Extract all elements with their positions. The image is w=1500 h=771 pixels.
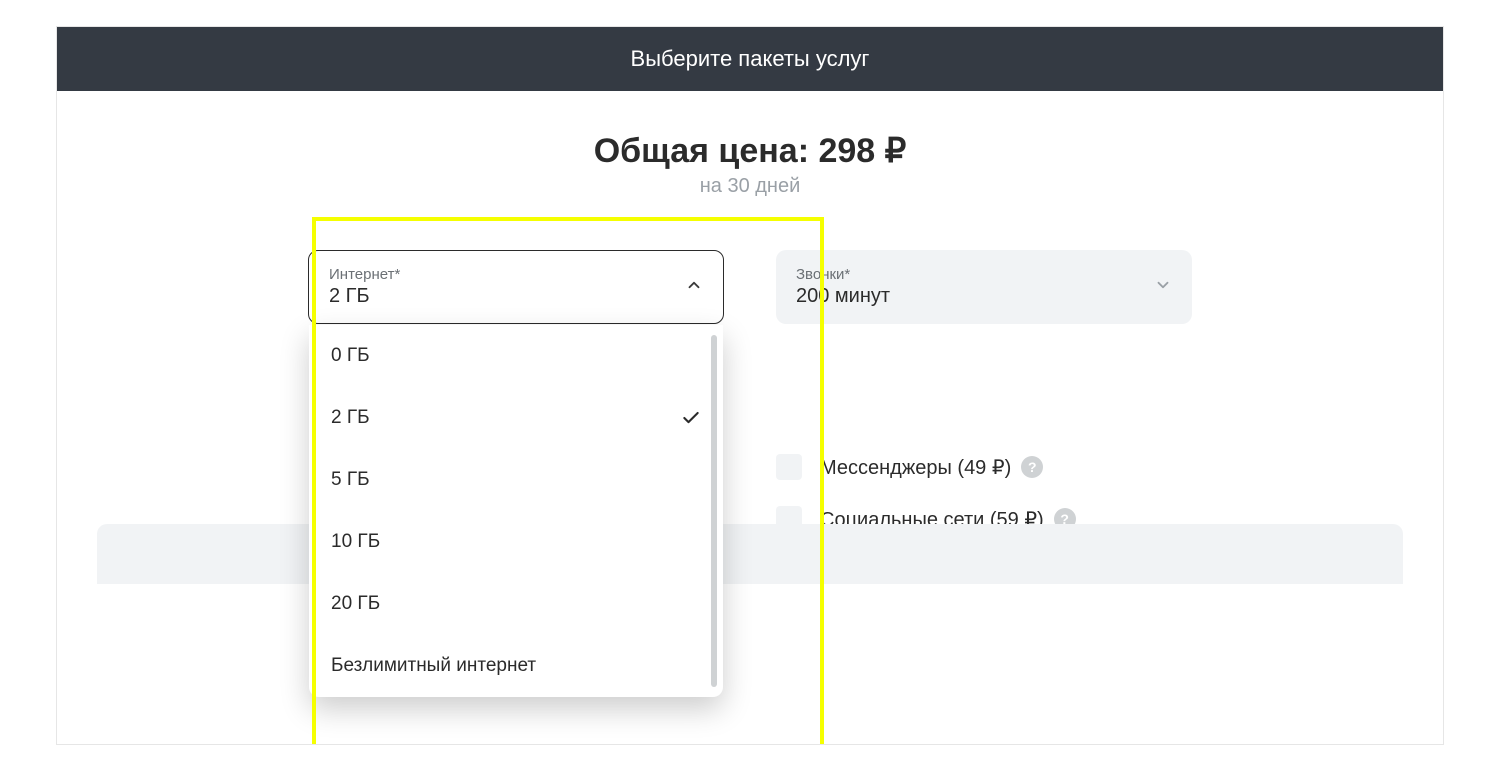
price-amount: 298 [818,132,875,170]
internet-option-label: 2 ГБ [331,407,681,429]
price-period: на 30 дней [57,175,1443,198]
internet-option[interactable]: 20 ГБ [309,573,723,635]
internet-option-label: 20 ГБ [331,593,701,615]
calls-select-value: 200 минут [796,285,1154,308]
internet-dropdown: 0 ГБ 2 ГБ 5 ГБ 10 ГБ 20 ГБ Безлимитный интерн… [309,325,723,697]
internet-option[interactable]: 5 ГБ [309,449,723,511]
internet-select-label: Интернет* [329,266,685,283]
dropdown-scrollbar[interactable] [711,335,717,687]
total-price: Общая цена: 298 ₽ [57,131,1443,171]
footer-panel [97,524,1403,584]
internet-select[interactable]: Интернет* 2 ГБ 0 ГБ2 ГБ5 ГБ10 ГБ20 ГББез… [308,250,724,324]
internet-option-label: 5 ГБ [331,469,701,491]
extra-label: Мессенджеры (49 ₽) [820,455,1011,480]
extra-row: Мессенджеры (49 ₽)? [776,454,1192,480]
internet-option[interactable]: 2 ГБ [309,387,723,449]
internet-option[interactable]: 0 ГБ [309,325,723,387]
internet-select-value: 2 ГБ [329,285,685,308]
internet-column: Интернет* 2 ГБ 0 ГБ2 ГБ5 ГБ10 ГБ20 ГББез… [308,250,724,584]
check-icon [681,408,701,428]
internet-option-label: 0 ГБ [331,345,701,367]
chevron-down-icon [1154,276,1172,299]
help-icon[interactable]: ? [1021,456,1043,478]
card-header: Выберите пакеты услуг [57,27,1443,91]
extra-checkbox[interactable] [776,454,802,480]
price-label: Общая цена: [594,132,809,170]
internet-option-label: Безлимитный интернет [331,655,701,677]
price-currency: ₽ [885,132,907,170]
plan-card: Выберите пакеты услуг Общая цена: 298 ₽ … [56,26,1444,745]
card-body: Общая цена: 298 ₽ на 30 дней Интернет* 2… [57,91,1443,584]
internet-option[interactable]: Безлимитный интернет [309,635,723,697]
internet-option[interactable]: 10 ГБ [309,511,723,573]
internet-option-label: 10 ГБ [331,531,701,553]
calls-select-label: Звонки* [796,266,1154,283]
chevron-up-icon [685,276,703,299]
card-title: Выберите пакеты услуг [631,46,870,72]
calls-select[interactable]: Звонки* 200 минут [776,250,1192,324]
